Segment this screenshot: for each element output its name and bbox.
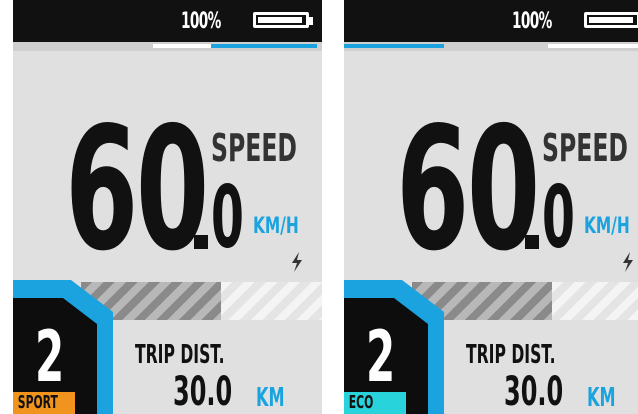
speed-integer: 60 bbox=[65, 91, 209, 289]
battery-tip bbox=[309, 17, 313, 25]
speed-decimal-point bbox=[194, 235, 208, 249]
progress-fill bbox=[211, 44, 317, 48]
progress-fill bbox=[344, 44, 444, 48]
stripe-band-light bbox=[552, 282, 638, 320]
battery-percentage: 100% bbox=[512, 9, 552, 34]
progress-segment bbox=[153, 44, 211, 48]
speed-unit: KM/H bbox=[584, 214, 630, 239]
battery-fill bbox=[589, 17, 633, 23]
mode-badge: SPORT bbox=[13, 392, 75, 414]
status-bar: 100% bbox=[13, 0, 322, 42]
battery-percentage: 100% bbox=[181, 9, 221, 34]
status-bar: 100% bbox=[344, 0, 638, 42]
speed-label: SPEED bbox=[542, 126, 628, 170]
trip-distance-label: TRIP DIST. bbox=[135, 340, 225, 370]
trip-distance-unit: KM bbox=[256, 383, 285, 413]
mode-label: ECO bbox=[348, 392, 374, 413]
speed-decimal-point bbox=[525, 235, 539, 249]
assist-level-number: 2 bbox=[35, 316, 65, 398]
lightning-bolt-icon bbox=[292, 252, 302, 272]
speed-label: SPEED bbox=[211, 126, 297, 170]
lightning-bolt-icon bbox=[623, 252, 633, 272]
battery-icon bbox=[253, 12, 309, 28]
speed-decimal: 0 bbox=[211, 168, 244, 268]
trip-distance-value: 30.0 bbox=[173, 369, 233, 414]
mode-badge: ECO bbox=[344, 392, 406, 414]
progress-bar bbox=[13, 42, 322, 51]
progress-bar bbox=[344, 42, 638, 51]
progress-segment bbox=[548, 44, 638, 48]
mode-label: SPORT bbox=[17, 392, 58, 413]
speed-unit: KM/H bbox=[253, 214, 299, 239]
stripe-band-light bbox=[221, 282, 322, 320]
display-panel-eco: 100% 60 0 SPEED KM/H 2 ECO TRIP DIST. 30… bbox=[344, 0, 638, 414]
trip-distance-unit: KM bbox=[587, 383, 616, 413]
speed-integer: 60 bbox=[396, 91, 540, 289]
battery-icon bbox=[584, 12, 638, 28]
display-panel-sport: 100% 60 0 SPEED KM/H 2 SPORT TRIP DIST. … bbox=[13, 0, 322, 414]
speed-decimal: 0 bbox=[542, 168, 575, 268]
trip-distance-label: TRIP DIST. bbox=[466, 340, 556, 370]
assist-level-number: 2 bbox=[366, 316, 396, 398]
battery-fill bbox=[258, 17, 302, 23]
trip-distance-value: 30.0 bbox=[504, 369, 564, 414]
